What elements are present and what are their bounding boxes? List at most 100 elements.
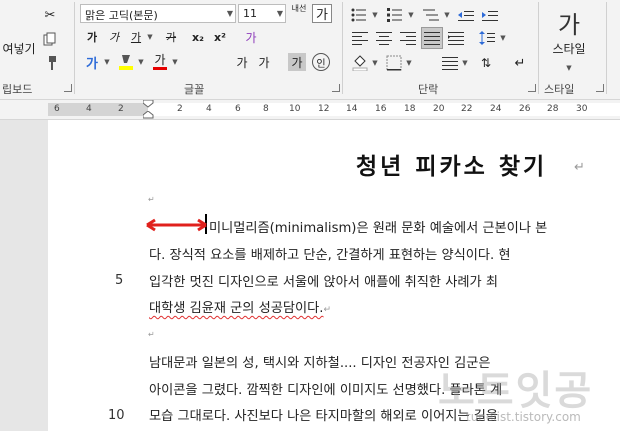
- asian-layout-icon: [442, 57, 458, 70]
- styles-launcher[interactable]: [596, 84, 604, 92]
- styles-gallery-button[interactable]: 가 스타일: [544, 4, 594, 62]
- chevron-down-icon[interactable]: ▼: [461, 59, 469, 67]
- document-area: 청년 피카소 찾기 ↵ ↵ 미니멀리즘(minimalism)은 원래 문화 예…: [0, 120, 620, 431]
- font-name-combo[interactable]: 맑은 고딕(본문) ▼: [80, 4, 236, 23]
- chevron-down-icon[interactable]: ▼: [103, 58, 111, 66]
- clear-format-button[interactable]: 가: [312, 4, 332, 23]
- chevron-down-icon[interactable]: ▼: [499, 34, 507, 42]
- justify-icon: [424, 32, 440, 45]
- chevron-down-icon[interactable]: ▼: [565, 64, 573, 72]
- italic-button[interactable]: 가: [104, 28, 124, 46]
- chevron-down-icon[interactable]: ▼: [405, 59, 413, 67]
- align-right-button[interactable]: [398, 29, 418, 47]
- distributed-icon: [448, 32, 464, 45]
- chevron-down-icon: ▼: [226, 9, 233, 18]
- ruler-tick: 14: [346, 104, 358, 114]
- decrease-indent-button[interactable]: [456, 6, 476, 24]
- shading-button[interactable]: [350, 54, 370, 72]
- styles-group-label: 스타일: [544, 83, 575, 96]
- first-line-indent-marker[interactable]: [143, 100, 154, 108]
- justify-button[interactable]: [421, 27, 443, 49]
- styles-glyph: 가: [557, 10, 581, 39]
- bullets-button[interactable]: [348, 6, 370, 24]
- ruler-tick: 10: [289, 104, 301, 114]
- increase-indent-button[interactable]: [480, 6, 500, 24]
- clipboard-launcher[interactable]: [64, 84, 72, 92]
- highlighter-icon: [119, 55, 133, 70]
- align-right-icon: [400, 32, 416, 45]
- distributed-button[interactable]: [446, 29, 466, 47]
- enclose-characters-button[interactable]: 인: [312, 53, 330, 71]
- highlight-button[interactable]: [116, 52, 136, 72]
- ruler-tick: 24: [490, 104, 502, 114]
- grow-font-button[interactable]: 내선: [288, 3, 310, 13]
- ruler-tick: 28: [547, 104, 559, 114]
- text-effect-button[interactable]: 가: [82, 52, 102, 72]
- paragraph-mark: ↵: [574, 160, 585, 175]
- chevron-down-icon[interactable]: ▼: [171, 58, 179, 66]
- body-line-text: 대학생 김윤재 군의 성공담이다.: [149, 301, 324, 316]
- numbering-button[interactable]: [384, 6, 406, 24]
- paste-button[interactable]: 여넣기: [0, 40, 38, 56]
- underline-button[interactable]: 가: [126, 28, 146, 46]
- font-launcher[interactable]: [332, 84, 340, 92]
- show-marks-button[interactable]: ↵: [510, 54, 530, 72]
- chevron-down-icon[interactable]: ▼: [371, 59, 379, 67]
- chevron-down-icon[interactable]: ▼: [443, 11, 451, 19]
- align-left-button[interactable]: [350, 29, 370, 47]
- clear-formatting-button[interactable]: 가: [240, 28, 262, 46]
- paragraph-launcher[interactable]: [528, 84, 536, 92]
- superscript-button[interactable]: x²: [210, 28, 230, 46]
- decrease-indent-icon: [458, 11, 474, 21]
- change-case-button[interactable]: 가: [232, 52, 252, 72]
- ruler-tick: 4: [206, 104, 212, 114]
- font-size-combo[interactable]: 11 ▼: [238, 4, 286, 23]
- ruler-tick: 20: [433, 104, 445, 114]
- bold-button[interactable]: 가: [82, 28, 102, 46]
- increase-indent-icon: [482, 11, 498, 21]
- asian-layout-button[interactable]: [440, 54, 460, 72]
- cut-button[interactable]: ✂: [40, 6, 60, 24]
- paragraph-group-label: 단락: [418, 83, 439, 96]
- ribbon: ✂ 여넣기 립보드 맑은 고딕(본문) ▼ 11 ▼ 내선 가 가 가 가 ▼ …: [0, 0, 620, 100]
- font-color-button[interactable]: 가: [150, 52, 170, 72]
- chevron-down-icon: ▼: [276, 9, 283, 18]
- separator: [538, 2, 539, 94]
- body-line: 미니멀리즘(minimalism)은 원래 문화 예술에서 근본이나 본: [209, 221, 548, 236]
- line-number: 5: [115, 273, 124, 288]
- ruler-tick: 30: [576, 104, 588, 114]
- sort-button[interactable]: ⇅: [476, 54, 496, 72]
- copy-icon: [43, 32, 56, 46]
- ruler-tick: 22: [461, 104, 473, 114]
- document-page[interactable]: 청년 피카소 찾기 ↵ ↵ 미니멀리즘(minimalism)은 원래 문화 예…: [48, 120, 620, 431]
- ruler-tick: 6: [54, 104, 60, 114]
- font-color-bar: [153, 67, 167, 70]
- line-spacing-button[interactable]: [476, 29, 498, 47]
- multilevel-list-button[interactable]: [420, 6, 442, 24]
- ruler-tick: 12: [318, 104, 330, 114]
- align-center-button[interactable]: [374, 29, 394, 47]
- copy-button[interactable]: [40, 30, 60, 48]
- separator: [74, 2, 75, 94]
- hanging-indent-marker[interactable]: [143, 111, 154, 119]
- horizontal-ruler[interactable]: 6 4 2 2 4 6 8 10 12 14 16 18 20 22 24 26…: [0, 100, 620, 120]
- align-left-icon: [352, 32, 368, 45]
- format-painter-button[interactable]: [40, 54, 60, 72]
- paragraph-mark: ↵: [323, 305, 332, 315]
- chevron-down-icon[interactable]: ▼: [371, 11, 379, 19]
- character-shading-button[interactable]: 가: [288, 53, 306, 71]
- numbering-icon: [387, 8, 402, 22]
- font-color-glyph: 가: [154, 53, 166, 67]
- ruler-tick: 4: [86, 104, 92, 114]
- chevron-down-icon[interactable]: ▼: [407, 11, 415, 19]
- subscript-button[interactable]: x₂: [188, 28, 208, 46]
- chevron-down-icon[interactable]: ▼: [146, 33, 154, 41]
- borders-button[interactable]: [384, 54, 404, 72]
- chevron-down-icon[interactable]: ▼: [137, 58, 145, 66]
- phonetic-guide-button[interactable]: 가: [254, 52, 274, 72]
- separator: [606, 2, 607, 94]
- format-painter-icon: [49, 56, 56, 70]
- bullets-icon: [351, 8, 366, 22]
- strikethrough-button[interactable]: 가: [158, 28, 184, 46]
- ruler-tick: 8: [263, 104, 269, 114]
